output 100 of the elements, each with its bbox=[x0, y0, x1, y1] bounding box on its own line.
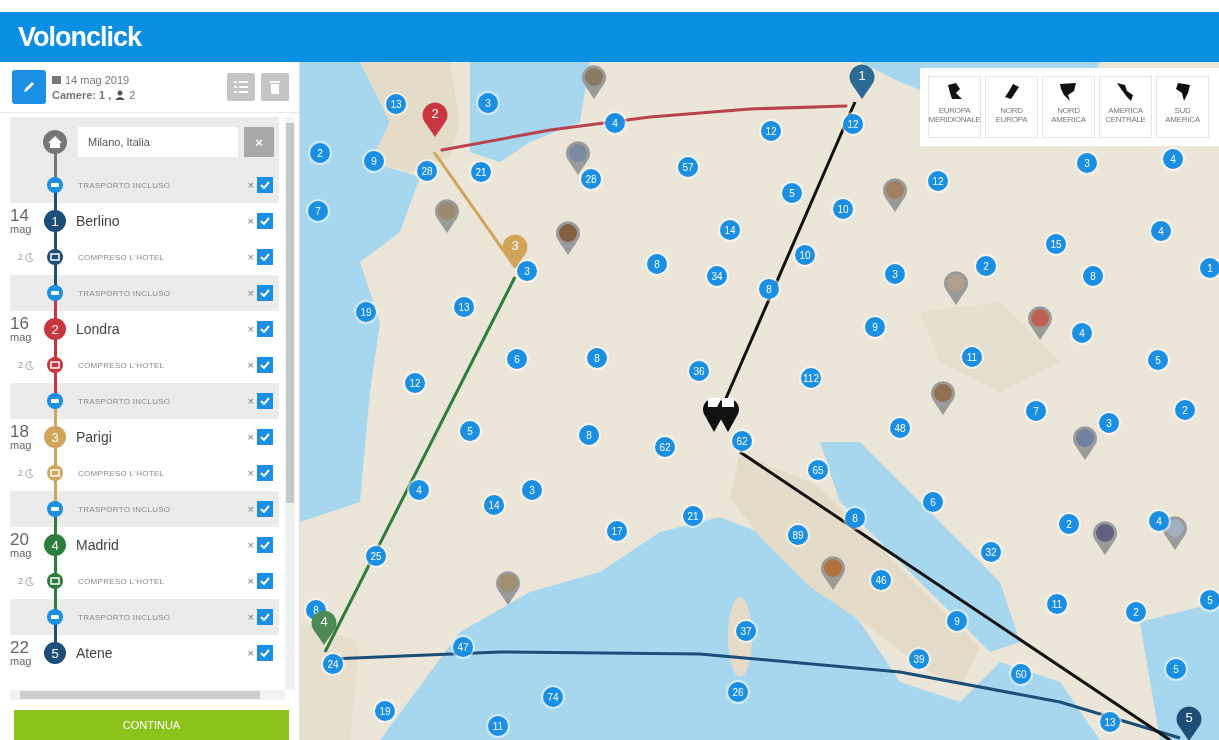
continue-button[interactable]: CONTINUA bbox=[14, 710, 289, 740]
region-tile[interactable]: NORD AMERICA bbox=[1042, 76, 1095, 138]
moon-icon bbox=[25, 468, 34, 478]
checkbox[interactable] bbox=[257, 393, 273, 409]
route-pin[interactable]: 5 bbox=[1176, 706, 1202, 740]
trip-date: 14 mag 2019 bbox=[65, 73, 130, 86]
edit-button[interactable] bbox=[12, 70, 46, 104]
checkbox[interactable] bbox=[257, 321, 273, 337]
person-icon bbox=[115, 89, 126, 100]
bus-icon bbox=[47, 177, 63, 193]
region-tile[interactable]: EUROPA MERIDIONALE bbox=[928, 76, 981, 138]
clear-button[interactable]: × bbox=[244, 127, 274, 157]
bus-icon bbox=[47, 609, 63, 625]
remove-mark[interactable]: × bbox=[247, 611, 254, 623]
month-label: mag bbox=[10, 332, 32, 343]
checkbox[interactable] bbox=[257, 609, 273, 625]
checkbox[interactable] bbox=[257, 537, 273, 553]
day-number: 22 bbox=[10, 639, 29, 656]
remove-mark[interactable]: × bbox=[247, 179, 254, 191]
photo-pin-icon[interactable] bbox=[930, 380, 956, 416]
photo-pin-icon[interactable] bbox=[1072, 425, 1098, 461]
photo-pin-icon[interactable] bbox=[495, 570, 521, 606]
hotel-label: COMPRESO L'HOTEL bbox=[78, 468, 166, 478]
check-icon bbox=[260, 289, 270, 297]
hotel-label: COMPRESO L'HOTEL bbox=[78, 576, 166, 586]
day-number: 18 bbox=[10, 423, 29, 440]
checkbox[interactable] bbox=[257, 429, 273, 445]
check-icon bbox=[260, 325, 270, 333]
list-icon bbox=[234, 81, 248, 93]
checkbox[interactable] bbox=[257, 285, 273, 301]
region-tile[interactable]: SUD AMERICA bbox=[1156, 76, 1209, 138]
check-icon bbox=[260, 253, 270, 261]
remove-mark[interactable]: × bbox=[247, 467, 254, 479]
day-number: 16 bbox=[10, 315, 29, 332]
checkbox[interactable] bbox=[257, 573, 273, 589]
nights-count: 2 bbox=[18, 360, 23, 370]
city-row[interactable]: 14 mag 1 Berlino × bbox=[10, 203, 279, 239]
remove-mark[interactable]: × bbox=[247, 359, 254, 371]
remove-mark[interactable]: × bbox=[247, 323, 254, 335]
photo-pin-icon[interactable] bbox=[1162, 515, 1188, 551]
city-name: Madrid bbox=[76, 537, 120, 553]
check-icon bbox=[260, 181, 270, 189]
photo-pin-icon[interactable] bbox=[943, 270, 969, 306]
checkbox[interactable] bbox=[257, 645, 273, 661]
photo-pin-icon[interactable] bbox=[565, 140, 591, 176]
checkbox[interactable] bbox=[257, 357, 273, 373]
scrollbar[interactable] bbox=[285, 117, 295, 690]
nights-count: 2 bbox=[18, 252, 23, 262]
checkbox[interactable] bbox=[257, 213, 273, 229]
photo-pin-icon[interactable] bbox=[1092, 520, 1118, 556]
city-name: Parigi bbox=[76, 429, 113, 445]
check-icon bbox=[260, 649, 270, 657]
photo-pin-icon[interactable] bbox=[820, 555, 846, 591]
logo[interactable]: Volonclick bbox=[18, 21, 142, 53]
remove-mark[interactable]: × bbox=[247, 575, 254, 587]
remove-mark[interactable]: × bbox=[247, 215, 254, 227]
check-icon bbox=[260, 433, 270, 441]
bus-icon bbox=[47, 501, 63, 517]
remove-mark[interactable]: × bbox=[247, 287, 254, 299]
list-view-button[interactable] bbox=[227, 73, 255, 101]
checkbox[interactable] bbox=[257, 177, 273, 193]
city-row[interactable]: 22 mag 5 Atene × bbox=[10, 635, 279, 671]
bus-icon bbox=[47, 285, 63, 301]
remove-mark[interactable]: × bbox=[247, 251, 254, 263]
region-tile[interactable]: NORD EUROPA bbox=[985, 76, 1038, 138]
trash-icon bbox=[270, 80, 280, 94]
remove-mark[interactable]: × bbox=[247, 539, 254, 551]
photo-pin-icon[interactable] bbox=[882, 177, 908, 213]
city-row[interactable]: 20 mag 4 Madrid × bbox=[10, 527, 279, 563]
city-row[interactable]: 16 mag 2 Londra × bbox=[10, 311, 279, 347]
photo-pin-icon[interactable] bbox=[555, 220, 581, 256]
transport-label: TRASPORTO INCLUSO bbox=[78, 396, 172, 406]
photo-pin-icon[interactable] bbox=[1027, 305, 1053, 341]
region-tile[interactable]: AMERICA CENTRALE bbox=[1099, 76, 1152, 138]
pencil-icon bbox=[22, 80, 36, 94]
check-icon bbox=[260, 469, 270, 477]
city-row[interactable]: 18 mag 3 Parigi × bbox=[10, 419, 279, 455]
photo-pin-icon[interactable] bbox=[434, 198, 460, 234]
scrollbar[interactable] bbox=[10, 690, 285, 700]
checkbox[interactable] bbox=[257, 501, 273, 517]
route-pin[interactable]: 1 bbox=[849, 64, 875, 100]
remove-mark[interactable]: × bbox=[247, 503, 254, 515]
stop-number: 2 bbox=[44, 318, 66, 340]
transport-label: TRASPORTO INCLUSO bbox=[78, 180, 172, 190]
checkbox[interactable] bbox=[257, 465, 273, 481]
check-icon bbox=[260, 397, 270, 405]
stop-number: 3 bbox=[44, 426, 66, 448]
photo-pin-icon[interactable] bbox=[581, 64, 607, 100]
remove-mark[interactable]: × bbox=[247, 431, 254, 443]
transport-label: TRASPORTO INCLUSO bbox=[78, 612, 172, 622]
month-label: mag bbox=[10, 548, 32, 559]
start-location-field[interactable]: Milano, Italia bbox=[78, 127, 238, 157]
remove-mark[interactable]: × bbox=[247, 395, 254, 407]
check-icon bbox=[260, 541, 270, 549]
delete-button[interactable] bbox=[261, 73, 289, 101]
remove-mark[interactable]: × bbox=[247, 647, 254, 659]
route-pin[interactable]: 2 bbox=[422, 102, 448, 138]
month-label: mag bbox=[10, 656, 32, 667]
checkbox[interactable] bbox=[257, 249, 273, 265]
city-name: Atene bbox=[76, 645, 114, 661]
